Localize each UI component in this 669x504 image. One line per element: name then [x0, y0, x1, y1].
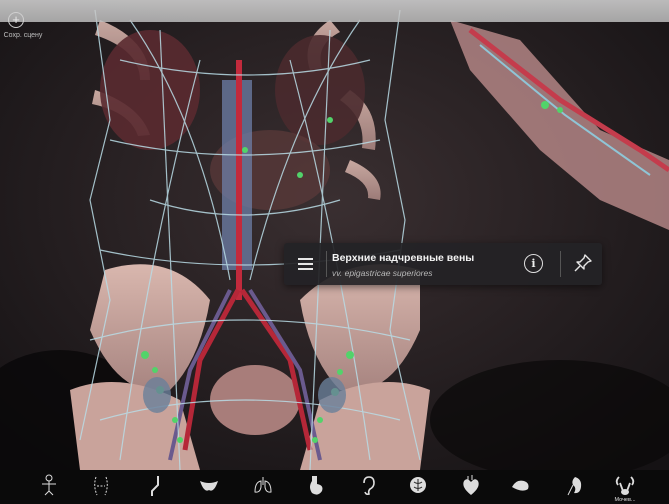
lungs-icon[interactable] [250, 473, 276, 499]
muscle-icon[interactable] [88, 473, 114, 499]
save-scene-label: Сохр. сцену [3, 32, 43, 39]
kidney-icon[interactable] [560, 473, 586, 499]
heart-icon[interactable] [458, 473, 484, 499]
structure-label-panel: Верхние надчревные вены vv. epigastricae… [284, 243, 602, 285]
stomach-icon[interactable] [302, 473, 328, 499]
divider [326, 251, 327, 277]
urinary-icon[interactable]: Мочев... [612, 473, 638, 503]
save-scene-button[interactable]: + [8, 12, 24, 28]
ear-icon[interactable] [355, 473, 381, 499]
pin-icon[interactable] [572, 252, 594, 274]
structure-name: Верхние надчревные вены [332, 252, 475, 264]
systems-toolbar: Мочев... [0, 470, 669, 503]
top-edge-bar [0, 0, 669, 22]
structure-latin-name: vv. epigastricae superiores [332, 268, 433, 278]
ligament-icon[interactable] [142, 473, 168, 499]
divider [560, 251, 561, 277]
info-icon[interactable]: i [524, 254, 543, 273]
urinary-label: Мочев... [614, 497, 636, 503]
pelvis-icon[interactable] [196, 473, 222, 499]
digestive-icon[interactable] [508, 473, 534, 499]
menu-icon[interactable] [284, 243, 326, 285]
skeleton-icon[interactable] [36, 473, 62, 499]
nervous-system-icon[interactable] [405, 473, 431, 499]
